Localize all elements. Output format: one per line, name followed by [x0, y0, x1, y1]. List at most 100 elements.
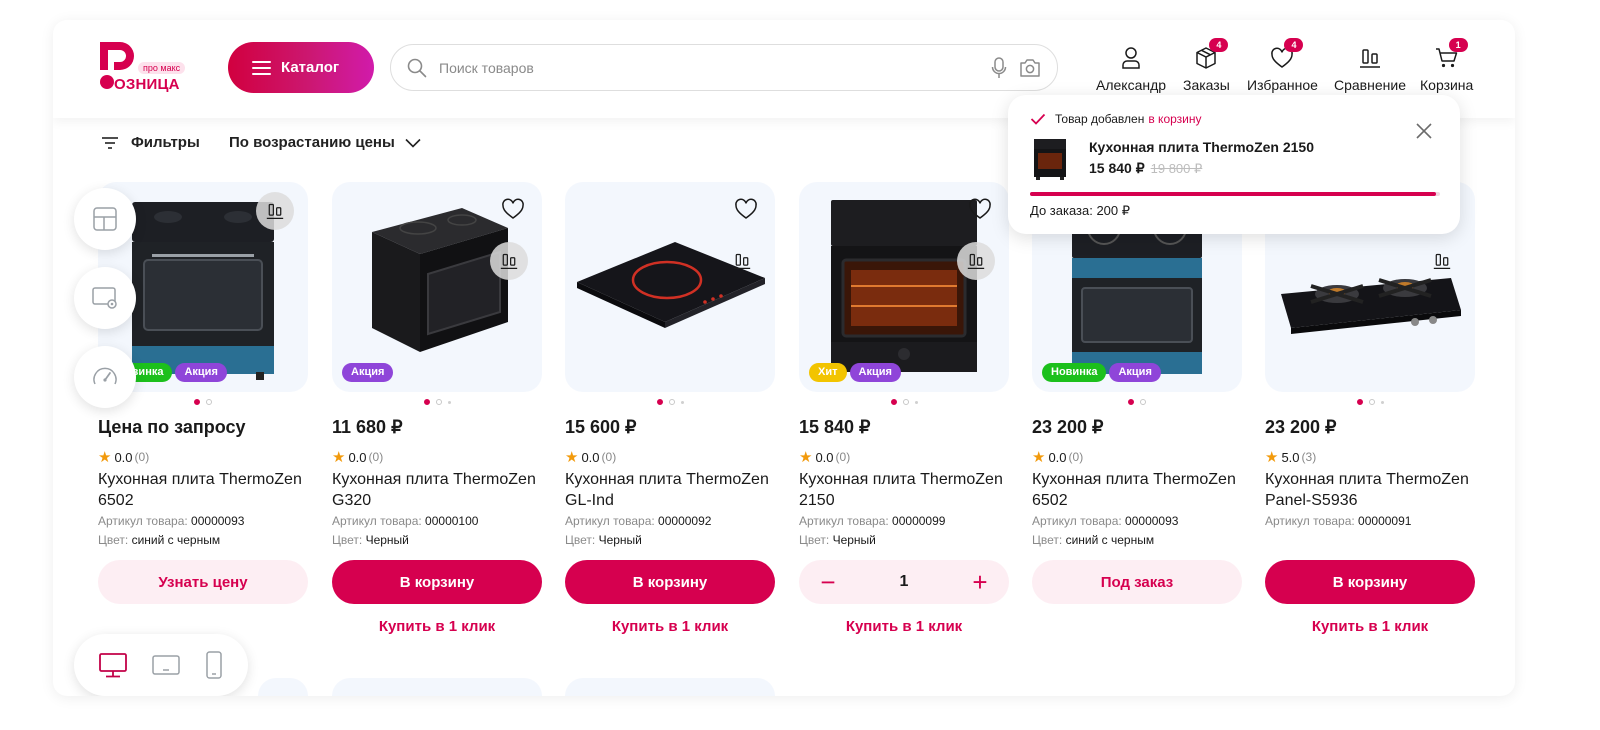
- product-rating: ★ 0.0 (0): [1032, 448, 1242, 466]
- old-price: 19 800 ₽: [1150, 161, 1203, 176]
- product-title[interactable]: Кухонная плита ThermoZen GL-Ind: [565, 469, 775, 511]
- rating-value: 0.0: [815, 449, 834, 465]
- product-sku: Артикул товара: 00000093: [98, 514, 245, 528]
- device-switcher: [74, 634, 248, 696]
- display-settings-button[interactable]: [74, 267, 136, 329]
- logo[interactable]: про макс ОЗНИЦА: [98, 40, 198, 96]
- review-count: (0): [134, 450, 150, 464]
- star-icon: ★: [565, 449, 579, 466]
- cart-badge: 1: [1448, 38, 1468, 52]
- star-icon: ★: [1032, 449, 1046, 466]
- product-rating: ★ 0.0 (0): [799, 448, 1009, 466]
- nav-orders[interactable]: 4 Заказы: [1183, 38, 1230, 93]
- product-image[interactable]: Хит Акция: [799, 182, 1009, 392]
- buy-one-click-link[interactable]: Купить в 1 клик: [332, 618, 542, 635]
- layout-toggle-button[interactable]: [74, 188, 136, 250]
- product-price: 15 600 ₽: [565, 417, 637, 437]
- catalog-button[interactable]: Каталог: [228, 42, 374, 93]
- compare-icon: [500, 253, 518, 269]
- product-image[interactable]: [565, 182, 775, 392]
- compare-button[interactable]: [1423, 242, 1461, 280]
- badge-sale: Акция: [175, 363, 227, 382]
- compare-button[interactable]: [256, 192, 294, 230]
- decrease-button[interactable]: −: [817, 569, 839, 595]
- nav-profile[interactable]: Александр: [1096, 44, 1166, 93]
- badge-sale: Акция: [342, 363, 394, 382]
- product-sku: Артикул товара: 00000100: [332, 514, 479, 528]
- review-count: (0): [1068, 450, 1084, 464]
- cart-link[interactable]: в корзину: [1148, 112, 1201, 126]
- product-sku: Артикул товара: 00000091: [1265, 514, 1412, 528]
- image-dots: [332, 399, 542, 405]
- close-icon[interactable]: [1416, 123, 1432, 139]
- compare-button[interactable]: [490, 242, 528, 280]
- star-icon: ★: [332, 449, 346, 466]
- add-to-cart-button[interactable]: В корзину: [565, 560, 775, 604]
- buy-one-click-link[interactable]: Купить в 1 клик: [799, 618, 1009, 635]
- compare-button[interactable]: [723, 242, 761, 280]
- search-icon[interactable]: [407, 58, 427, 78]
- nav-favorites[interactable]: 4 Избранное: [1247, 38, 1318, 93]
- nav-compare[interactable]: Сравнение: [1334, 44, 1406, 93]
- favorites-badge: 4: [1284, 38, 1304, 52]
- orders-badge: 4: [1209, 38, 1229, 52]
- desktop-icon[interactable]: [98, 651, 128, 679]
- sort-label: По возрастанию цены: [229, 134, 395, 151]
- add-to-cart-button[interactable]: В корзину: [1265, 560, 1475, 604]
- badge-sale: Акция: [849, 363, 901, 382]
- product-title[interactable]: Кухонная плита ThermoZen 6502: [98, 469, 308, 511]
- product-card: Новинка Акция 23 200 ₽ ★ 0.0 (0) Кухонна…: [1032, 182, 1242, 604]
- logo-name: ОЗНИЦА: [114, 76, 180, 93]
- product-color: Цвет: синий с черным: [1032, 533, 1155, 547]
- product-rating: ★ 0.0 (0): [98, 448, 308, 466]
- product-image[interactable]: Акция: [332, 182, 542, 392]
- product-title[interactable]: Кухонная плита ThermoZen Panel-S5936: [1265, 469, 1475, 511]
- add-to-cart-button[interactable]: В корзину: [332, 560, 542, 604]
- product-title[interactable]: Кухонная плита ThermoZen 6502: [1032, 469, 1242, 511]
- speed-button[interactable]: [74, 346, 136, 408]
- pre-order-button[interactable]: Под заказ: [1032, 560, 1242, 604]
- user-icon: [1122, 47, 1140, 69]
- product-sku: Артикул товара: 00000092: [565, 514, 712, 528]
- increase-button[interactable]: +: [969, 569, 991, 595]
- buy-one-click-link[interactable]: Купить в 1 клик: [565, 618, 775, 635]
- review-count: (0): [368, 450, 384, 464]
- image-dots: [799, 399, 1009, 405]
- favorite-icon[interactable]: [968, 198, 992, 220]
- menu-icon: [252, 60, 271, 75]
- sort-dropdown[interactable]: По возрастанию цены: [229, 134, 421, 151]
- product-title[interactable]: Кухонная плита ThermoZen 2150: [799, 469, 1009, 511]
- product-price: 11 680 ₽: [332, 417, 403, 437]
- microphone-icon[interactable]: [991, 57, 1007, 79]
- nav-cart[interactable]: 1 Корзина: [1420, 38, 1473, 93]
- star-icon: ★: [799, 449, 813, 466]
- favorite-icon[interactable]: [501, 198, 525, 220]
- review-count: (0): [601, 450, 617, 464]
- rating-value: 0.0: [114, 449, 133, 465]
- compare-icon: [967, 253, 985, 269]
- compare-icon: [1433, 253, 1451, 269]
- mobile-icon[interactable]: [204, 650, 224, 680]
- product-color: Цвет: Черный: [565, 533, 642, 547]
- star-icon: ★: [98, 449, 112, 466]
- star-icon: ★: [1265, 449, 1279, 466]
- order-progress-bar: [1030, 192, 1440, 196]
- layout-icon: [93, 207, 117, 231]
- quantity-value[interactable]: 1: [900, 573, 909, 591]
- image-dots: [1032, 399, 1242, 405]
- review-count: (3): [1301, 450, 1317, 464]
- product-price: Цена по запросу: [98, 417, 246, 437]
- compare-button[interactable]: [957, 242, 995, 280]
- image-dots: [98, 399, 308, 405]
- product-rating: ★ 0.0 (0): [332, 448, 542, 466]
- product-price: 23 200 ₽: [1032, 417, 1104, 437]
- favorite-icon[interactable]: [734, 198, 758, 220]
- tablet-icon[interactable]: [151, 653, 181, 677]
- filters-button[interactable]: Фильтры: [101, 134, 200, 151]
- buy-one-click-link[interactable]: Купить в 1 клик: [1265, 618, 1475, 635]
- quantity-stepper: − 1 +: [799, 560, 1009, 604]
- product-title[interactable]: Кухонная плита ThermoZen G320: [332, 469, 542, 511]
- request-price-button[interactable]: Узнать цену: [98, 560, 308, 604]
- search-input[interactable]: [439, 59, 979, 76]
- camera-icon[interactable]: [1019, 58, 1041, 78]
